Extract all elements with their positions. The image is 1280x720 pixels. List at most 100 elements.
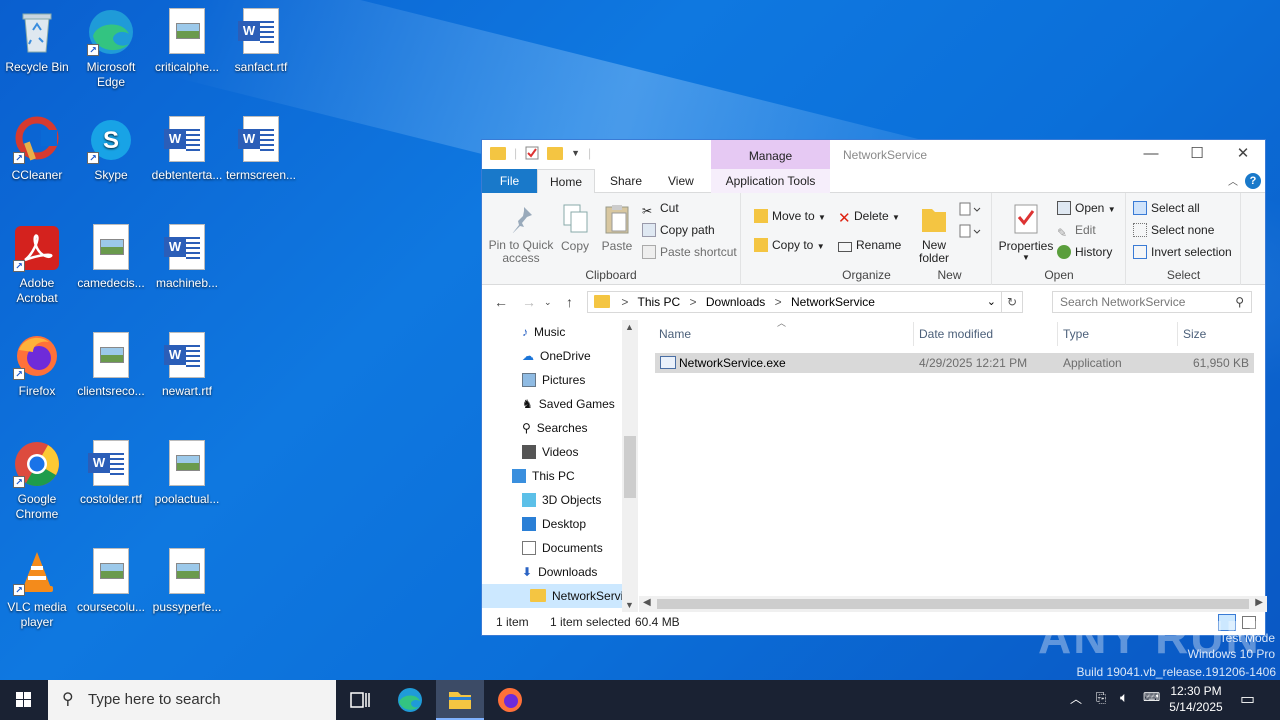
paste-button[interactable]: Paste [598, 203, 636, 253]
search-input[interactable]: Search NetworkService ⚲ [1052, 291, 1252, 313]
nav-scrollbar[interactable]: ▲ ▼ [622, 320, 638, 612]
desktop-icon-poolactual[interactable]: poolactual... [150, 440, 224, 507]
history-button[interactable]: History [1057, 245, 1112, 259]
task-view-button[interactable] [336, 680, 384, 720]
copy-to-button[interactable]: Copy to ▼ [754, 238, 825, 252]
desktop-icon-acrobat[interactable]: ↗ Adobe Acrobat [0, 224, 74, 306]
column-date-modified[interactable]: Date modified [919, 322, 993, 346]
tab-application-tools[interactable]: Application Tools [711, 169, 830, 193]
taskbar-search-input[interactable]: ⚲ Type here to search [48, 680, 336, 720]
tab-share[interactable]: Share [598, 169, 654, 193]
tab-view[interactable]: View [656, 169, 706, 193]
nav-item-saved-games[interactable]: ♞ Saved Games [522, 392, 615, 416]
desktop-icon-skype[interactable]: S ↗ Skype [74, 116, 148, 183]
new-folder-button[interactable]: New folder [912, 203, 956, 265]
rename-button[interactable]: Rename [838, 238, 901, 252]
keyboard-icon[interactable]: ⌨ [1143, 690, 1160, 720]
recent-locations-icon[interactable]: ⌄ [544, 297, 552, 308]
desktop-icon-vlc[interactable]: ↗ VLC media player [0, 548, 74, 630]
nav-item-desktop[interactable]: Desktop [522, 512, 586, 536]
tab-file[interactable]: File [482, 169, 537, 193]
new-item-icon[interactable] [958, 201, 982, 220]
scroll-thumb[interactable] [657, 599, 1249, 609]
properties-button[interactable]: Properties ▼ [997, 203, 1055, 262]
desktop-icon-ccleaner[interactable]: ↗ CCleaner [0, 116, 74, 183]
nav-item-searches[interactable]: ⚲ Searches [522, 416, 588, 440]
column-size[interactable]: Size [1183, 322, 1206, 346]
desktop-icon-pussyperfe[interactable]: pussyperfe... [150, 548, 224, 615]
select-none-button[interactable]: Select none [1133, 223, 1214, 237]
easy-access-icon[interactable] [958, 223, 982, 242]
scroll-right-icon[interactable]: ▶ [1255, 597, 1263, 608]
maximize-button[interactable]: ☐ [1174, 140, 1220, 169]
breadcrumb-downloads[interactable]: Downloads [706, 295, 765, 309]
desktop-icon-coursecolu[interactable]: coursecolu... [74, 548, 148, 615]
desktop-icon-costolder[interactable]: W costolder.rtf [74, 440, 148, 507]
back-button[interactable]: ← [494, 294, 508, 310]
scroll-left-icon[interactable]: ◀ [643, 597, 651, 608]
scroll-down-icon[interactable]: ▼ [625, 600, 634, 610]
copy-path-button[interactable]: Copy path [642, 223, 715, 237]
nav-item-pictures[interactable]: Pictures [522, 368, 585, 392]
nav-item-onedrive[interactable]: ☁ OneDrive [522, 344, 591, 368]
speaker-icon[interactable]: 🔈︎ [1120, 689, 1128, 720]
properties-check-icon[interactable] [525, 146, 539, 160]
edit-button[interactable]: ✎ Edit [1057, 223, 1096, 240]
desktop-icon-debtenterta[interactable]: W debtenterta... [150, 116, 224, 183]
up-button[interactable]: ↑ [566, 294, 573, 310]
scroll-thumb[interactable] [624, 436, 636, 498]
desktop-icon-camedecis[interactable]: camedecis... [74, 224, 148, 291]
tab-home[interactable]: Home [537, 169, 596, 194]
desktop-icon-newart[interactable]: W newart.rtf [150, 332, 224, 399]
collapse-ribbon-icon[interactable]: ︿ [1228, 173, 1238, 188]
taskbar-firefox-button[interactable] [486, 680, 534, 720]
network-icon[interactable]: ⎘ [1096, 690, 1106, 720]
select-all-button[interactable]: Select all [1133, 201, 1200, 215]
nav-item-downloads[interactable]: ⬇ Downloads [522, 560, 597, 584]
desktop-icon-edge[interactable]: ↗ Microsoft Edge [74, 8, 148, 90]
new-folder-icon[interactable] [547, 146, 564, 160]
desktop-icon-clientsreco[interactable]: clientsreco... [74, 332, 148, 399]
taskbar-edge-button[interactable] [386, 680, 434, 720]
column-type[interactable]: Type [1063, 322, 1089, 346]
desktop-icon-recycle-bin[interactable]: Recycle Bin [0, 8, 74, 75]
show-hidden-icons[interactable]: ︿ [1070, 690, 1082, 720]
table-row[interactable]: NetworkService.exe 4/29/2025 12:21 PM Ap… [655, 353, 1254, 373]
move-to-button[interactable]: Move to ▼ [754, 209, 826, 223]
address-dropdown-icon[interactable]: ⌄ [987, 292, 996, 312]
desktop-icon-chrome[interactable]: ↗ Google Chrome [0, 440, 74, 522]
notifications-icon[interactable]: ▭ [1240, 689, 1255, 720]
breadcrumb-this-pc[interactable]: This PC [637, 295, 680, 309]
desktop-icon-termscreen[interactable]: W termscreen... [224, 116, 298, 183]
nav-item-documents[interactable]: Documents [522, 536, 603, 560]
tab-manage[interactable]: Manage [711, 140, 830, 169]
taskbar-file-explorer-button[interactable] [436, 680, 484, 720]
desktop-icon-criticalphe[interactable]: criticalphe... [150, 8, 224, 75]
nav-item-3d-objects[interactable]: 3D Objects [522, 488, 601, 512]
delete-button[interactable]: ✕ Delete ▼ [838, 209, 900, 227]
desktop-icon-firefox[interactable]: ↗ Firefox [0, 332, 74, 399]
nav-item-networkservice[interactable]: NetworkServi [482, 584, 623, 608]
minimize-button[interactable]: — [1128, 140, 1174, 169]
nav-item-videos[interactable]: Videos [522, 440, 578, 464]
breadcrumb-networkservice[interactable]: NetworkService [791, 295, 875, 309]
refresh-icon[interactable]: ↻ [1001, 291, 1023, 313]
qat-dropdown-icon[interactable]: ▼ [571, 148, 580, 158]
help-icon[interactable]: ? [1245, 173, 1261, 189]
file-explorer-window[interactable]: | ▼ | Manage NetworkService — ☐ ✕ File H… [481, 139, 1267, 636]
copy-button[interactable]: Copy [556, 203, 594, 253]
close-button[interactable]: ✕ [1220, 140, 1266, 169]
column-name[interactable]: Name [659, 322, 691, 346]
nav-item-this-pc[interactable]: This PC [512, 464, 575, 488]
forward-button[interactable]: → [522, 294, 536, 310]
nav-item-music[interactable]: ♪ Music [522, 320, 565, 344]
desktop-icon-sanfact[interactable]: W sanfact.rtf [224, 8, 298, 75]
start-button[interactable] [0, 680, 48, 720]
scroll-up-icon[interactable]: ▲ [625, 322, 634, 332]
paste-shortcut-button[interactable]: Paste shortcut [642, 245, 737, 259]
pin-quick-access-button[interactable]: Pin to Quick access [488, 203, 554, 265]
taskbar-clock[interactable]: 12:30 PM 5/14/2025 [1160, 683, 1232, 715]
address-input[interactable]: > This PC > Downloads > NetworkService ⌄… [587, 291, 1023, 313]
desktop-icon-machineb[interactable]: W machineb... [150, 224, 224, 291]
title-bar[interactable]: | ▼ | Manage NetworkService — ☐ ✕ [482, 140, 1265, 169]
